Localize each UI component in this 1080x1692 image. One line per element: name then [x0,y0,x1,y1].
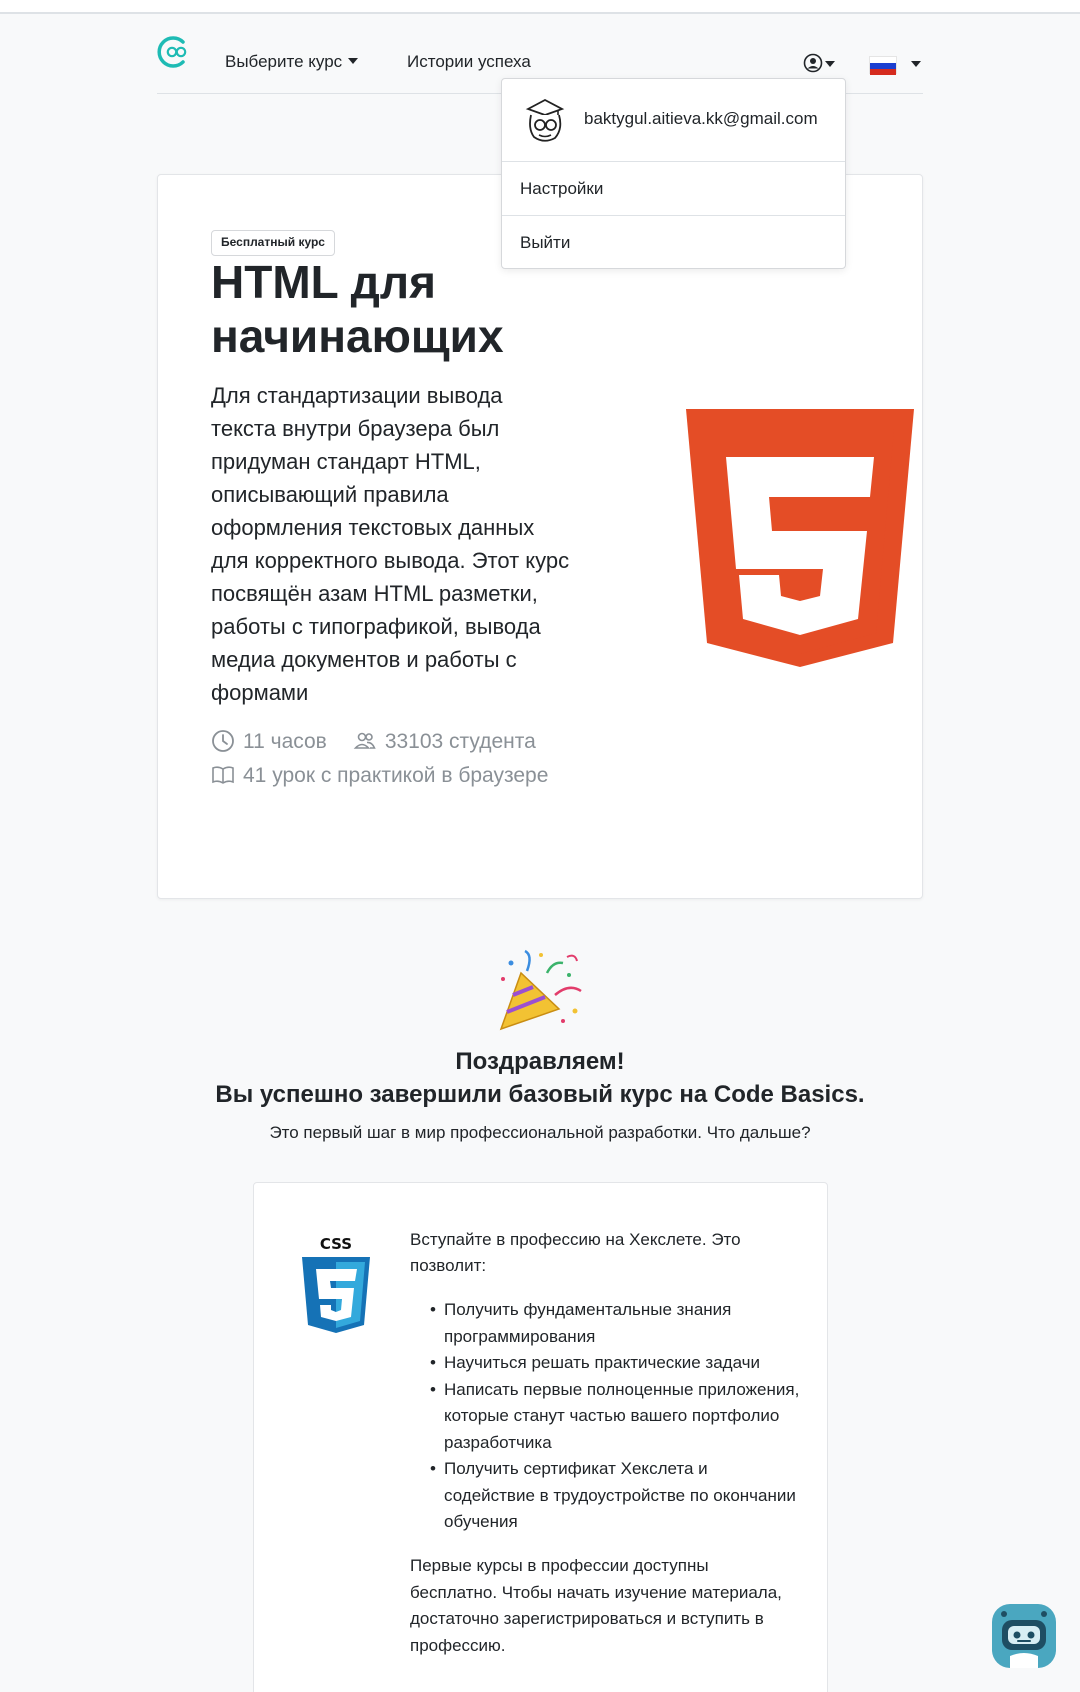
congrats-note: Это первый шаг в мир профессиональной ра… [269,1123,811,1142]
party-popper-icon [499,949,582,1031]
hexlet-promo-card: CSS Вступайте в профессию на Хекслете. Э… [253,1182,828,1692]
top-rule [0,0,1080,14]
clock-icon [211,729,235,753]
user-email: baktygul.aitieva.kk@gmail.com [584,109,818,128]
courses-dropdown-label: Выберите курс [225,52,343,71]
promo-outro: Первые курсы в профессии доступны беспла… [410,1556,782,1655]
users-icon [353,729,377,753]
success-stories-link[interactable]: Истории успеха [407,52,531,72]
congrats-title: Поздравляем! [455,1048,625,1075]
courses-dropdown[interactable]: Выберите курс [225,52,359,72]
free-course-badge: Бесплатный курс [211,230,335,256]
css3-logo-icon: CSS [302,1235,370,1333]
course-lessons: 41 урок с практикой в браузере [243,764,549,787]
course-description: Для стандартизации вывода текста внутри … [211,383,570,705]
chevron-down-icon [911,61,921,67]
avatar [525,98,565,142]
list-item: Получить фундаментальные знания программ… [430,1297,800,1350]
css-logo-label: CSS [320,1235,352,1253]
congrats-subtitle: Вы успешно завершили базовый курс на Cod… [215,1081,865,1108]
user-menu-toggle[interactable] [803,52,843,76]
list-item: Получить сертификат Хекслета и содействи… [430,1456,800,1536]
list-item: Научиться решать практические задачи [430,1350,800,1377]
user-circle-icon [803,53,823,73]
course-meta-row: 11 часов 33103 студента [211,729,536,754]
user-dropdown-header: baktygul.aitieva.kk@gmail.com [502,79,845,162]
html5-logo-icon [686,409,914,667]
course-card: Бесплатный курс HTML для начинающих Для … [157,174,923,899]
russia-flag-icon [869,56,897,75]
chatbot-icon[interactable] [990,1600,1058,1672]
course-students: 33103 студента [384,730,536,753]
course-duration: 11 часов [243,730,327,753]
chevron-down-icon [348,57,359,64]
promo-benefits-list: Получить фундаментальные знания программ… [430,1297,800,1536]
code-basics-logo[interactable] [157,34,189,70]
user-dropdown-menu: baktygul.aitieva.kk@gmail.com Настройки … [501,78,846,269]
promo-intro: Вступайте в профессию на Хекслете. Это п… [410,1230,741,1275]
course-title: HTML для начинающих [211,256,504,362]
course-meta-row: 41 урок с практикой в браузере [211,763,548,788]
list-item: Написать первые полноценные приложения, … [430,1377,800,1457]
menu-item-logout[interactable]: Выйти [502,216,845,270]
book-icon [211,763,235,787]
menu-item-settings[interactable]: Настройки [502,162,845,216]
language-toggle[interactable] [863,52,923,76]
chevron-down-icon [825,61,835,67]
